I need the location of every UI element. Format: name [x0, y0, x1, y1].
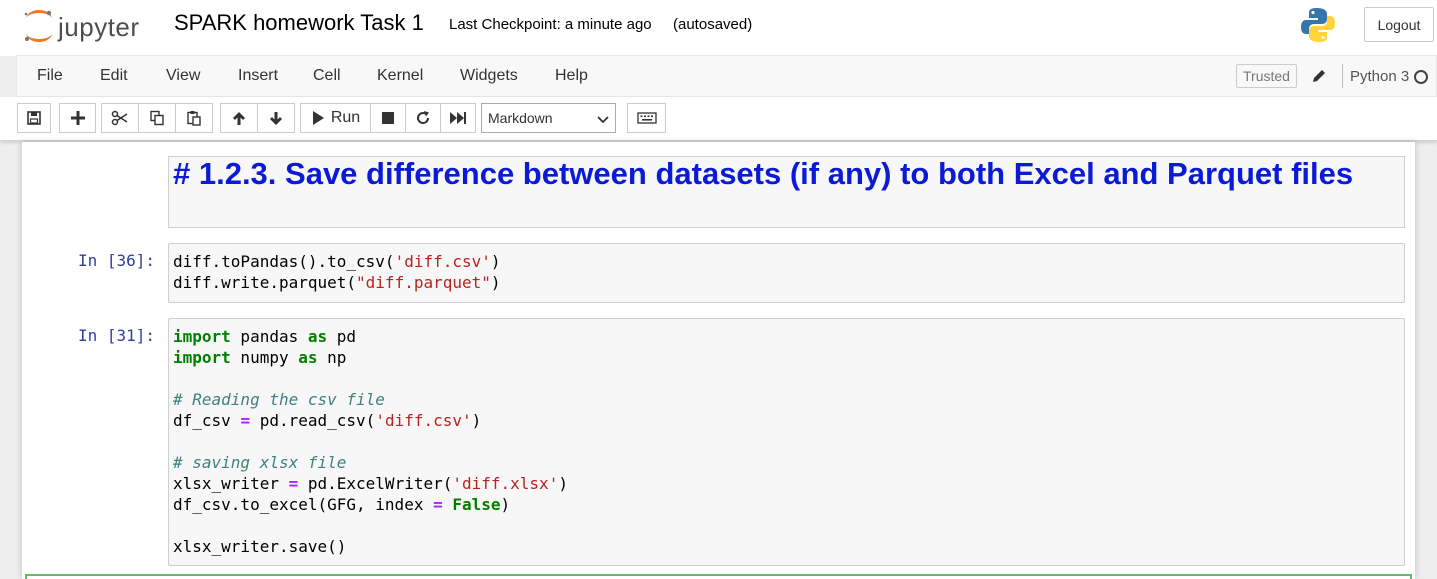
- copy-icon: [150, 110, 164, 126]
- insert-cell-button[interactable]: [59, 103, 96, 133]
- run-label: Run: [330, 109, 361, 126]
- save-button[interactable]: [17, 103, 51, 133]
- input-prompt: In [36]:: [78, 251, 156, 270]
- menubar: File Edit View Insert Cell Kernel Widget…: [16, 55, 1437, 97]
- notebook-title[interactable]: SPARK homework Task 1: [174, 10, 424, 36]
- menu-widgets[interactable]: Widgets: [460, 67, 518, 85]
- cell-type-select[interactable]: Markdown: [481, 103, 616, 133]
- jupyter-logo[interactable]: jupyter: [22, 8, 162, 44]
- restart-run-all-button[interactable]: [440, 103, 476, 133]
- copy-button[interactable]: [138, 103, 176, 133]
- code-line: df_csv = pd.read_csv('diff.csv'): [173, 411, 482, 430]
- code-line: xlsx_writer.save(): [173, 537, 347, 556]
- move-down-button[interactable]: [257, 103, 295, 133]
- plus-icon: [70, 111, 85, 125]
- input-prompt: In [31]:: [78, 326, 156, 345]
- logo-text: jupyter: [58, 12, 140, 42]
- notebook-container: # 1.2.3. Save difference between dataset…: [22, 142, 1415, 579]
- arrow-up-icon: [233, 112, 245, 125]
- scissors-icon: [111, 110, 128, 126]
- toolbar: Run Markdown: [0, 97, 1437, 141]
- jupyter-logo-icon: [24, 10, 52, 42]
- stop-icon: [382, 112, 394, 124]
- menu-insert[interactable]: Insert: [238, 67, 278, 85]
- code-line: # saving xlsx file: [173, 453, 347, 472]
- markdown-heading-source[interactable]: # 1.2.3. Save difference between dataset…: [173, 158, 1383, 189]
- code-line: # Reading the csv file: [173, 390, 385, 409]
- paste-button[interactable]: [175, 103, 213, 133]
- code-input-area[interactable]: import pandas as pd import numpy as np #…: [168, 318, 1405, 566]
- code-line: diff.toPandas().to_csv('diff.csv'): [173, 252, 501, 271]
- chevron-down-icon: [597, 116, 609, 124]
- save-icon: [27, 111, 41, 125]
- kernel-name[interactable]: Python 3: [1350, 68, 1409, 85]
- keyboard-icon: [636, 112, 657, 124]
- autosave-status: (autosaved): [673, 16, 753, 33]
- header: jupyter SPARK homework Task 1 Last Check…: [0, 0, 1437, 56]
- run-button[interactable]: Run: [300, 103, 371, 133]
- kernel-idle-icon: [1414, 70, 1428, 84]
- cell-type-value: Markdown: [488, 110, 553, 126]
- paste-icon: [187, 111, 201, 126]
- interrupt-button[interactable]: [370, 103, 406, 133]
- fast-forward-icon: [450, 112, 466, 124]
- code-input-area[interactable]: diff.toPandas().to_csv('diff.csv') diff.…: [168, 243, 1405, 303]
- menu-kernel[interactable]: Kernel: [377, 67, 423, 85]
- run-icon: [312, 111, 324, 125]
- logout-button[interactable]: Logout: [1364, 7, 1434, 42]
- code-line: diff.write.parquet("diff.parquet"): [173, 273, 501, 292]
- cut-button[interactable]: [101, 103, 139, 133]
- menu-help[interactable]: Help: [555, 67, 588, 85]
- python-logo-icon: [1300, 6, 1336, 44]
- kernel-separator: [1342, 64, 1343, 88]
- menu-file[interactable]: File: [37, 67, 63, 85]
- arrow-down-icon: [270, 112, 282, 125]
- checkpoint-status: Last Checkpoint: a minute ago: [449, 16, 652, 33]
- menu-view[interactable]: View: [166, 67, 200, 85]
- markdown-cell[interactable]: # 1.2.3. Save difference between dataset…: [168, 156, 1405, 228]
- command-palette-button[interactable]: [627, 103, 666, 133]
- move-up-button[interactable]: [220, 103, 258, 133]
- code-line: xlsx_writer = pd.ExcelWriter('diff.xlsx'…: [173, 474, 568, 493]
- code-line: import numpy as np: [173, 348, 347, 367]
- pencil-icon[interactable]: [1310, 67, 1328, 85]
- menu-edit[interactable]: Edit: [100, 67, 128, 85]
- code-line: import pandas as pd: [173, 327, 357, 346]
- selected-cell-border[interactable]: [25, 574, 1412, 579]
- menu-cell[interactable]: Cell: [313, 67, 341, 85]
- restart-button[interactable]: [405, 103, 441, 133]
- trusted-indicator[interactable]: Trusted: [1236, 64, 1297, 88]
- restart-icon: [417, 111, 430, 124]
- code-line: df_csv.to_excel(GFG, index = False): [173, 495, 511, 514]
